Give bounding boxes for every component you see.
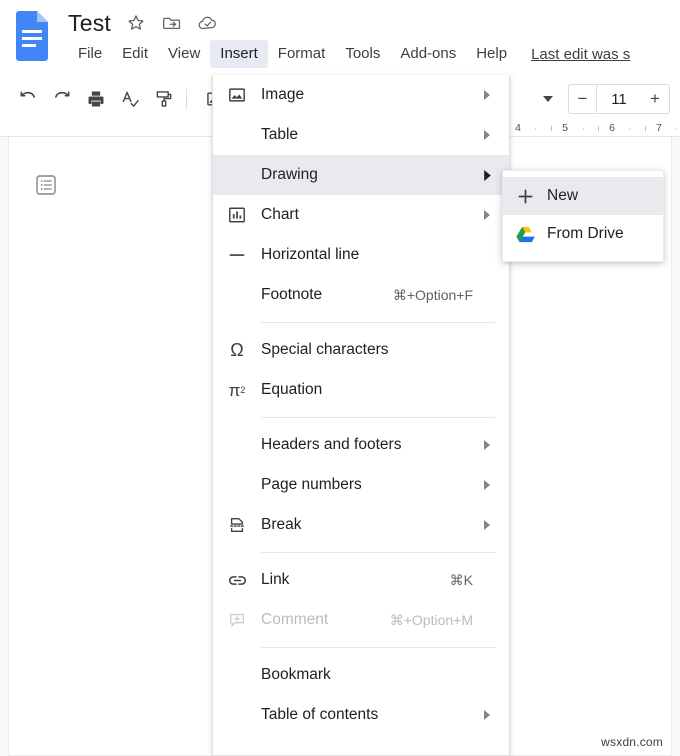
menu-tools[interactable]: Tools: [335, 40, 390, 68]
menu-item-footnote[interactable]: Footnote ⌘+Option+F: [213, 275, 509, 315]
menu-item-table[interactable]: Table: [213, 115, 509, 155]
menu-item-drawing[interactable]: Drawing: [213, 155, 509, 195]
menu-item-headers-and-footers[interactable]: Headers and footers: [213, 425, 509, 465]
ruler-tick-7: 7: [656, 122, 662, 134]
menu-item-horizontal-line[interactable]: Horizontal line: [213, 235, 509, 275]
equation-icon: π2: [228, 380, 246, 400]
toolbar-divider: [186, 89, 187, 109]
menu-item-page-numbers[interactable]: Page numbers: [213, 465, 509, 505]
menu-separator: [261, 647, 495, 648]
chevron-right-icon: [479, 210, 495, 220]
ruler-tick-4: 4: [515, 122, 521, 134]
chevron-right-icon: [479, 130, 495, 140]
submenu-item-from-drive[interactable]: From Drive: [503, 215, 663, 253]
chevron-right-icon: [479, 169, 495, 181]
app-header: Test File Edit View Insert Format Tools …: [0, 0, 680, 78]
menu-item-label: Bookmark: [261, 666, 331, 683]
image-icon: [213, 86, 261, 104]
chevron-right-icon: [479, 520, 495, 530]
menu-separator: [261, 322, 495, 323]
star-icon[interactable]: [125, 12, 147, 34]
ruler-tick-5: 5: [562, 122, 568, 134]
submenu-item-label: From Drive: [547, 225, 624, 242]
menu-item-label: Page numbers: [261, 476, 362, 493]
font-size-increase-button[interactable]: +: [641, 84, 670, 114]
menu-item-shortcut: ⌘K: [449, 571, 473, 588]
chevron-right-icon: [479, 90, 495, 100]
menu-edit[interactable]: Edit: [112, 40, 158, 68]
page-title[interactable]: Test: [68, 8, 111, 38]
google-docs-icon[interactable]: [12, 10, 52, 62]
drawing-submenu: New From Drive: [502, 170, 664, 262]
menu-item-label: Link: [261, 571, 290, 588]
menu-view[interactable]: View: [158, 40, 210, 68]
menu-item-label: Special characters: [261, 341, 389, 358]
chevron-down-icon[interactable]: [538, 88, 558, 110]
menu-separator: [261, 552, 495, 553]
watermark: wsxdn.com: [601, 735, 663, 749]
break-icon: [213, 516, 261, 534]
insert-dropdown-menu: Image Table Drawing Chart Horizontal lin…: [212, 75, 510, 756]
menu-item-equation[interactable]: π2 Equation: [213, 370, 509, 410]
move-to-folder-icon[interactable]: [161, 12, 183, 34]
menu-item-label: Table: [261, 126, 299, 143]
google-drive-icon: [503, 226, 547, 243]
redo-icon[interactable]: [48, 85, 76, 113]
print-icon[interactable]: [82, 85, 110, 113]
menu-item-label: Equation: [261, 381, 323, 398]
menu-item-label: Drawing: [261, 166, 318, 183]
link-icon: [213, 571, 261, 590]
menu-bar: File Edit View Insert Format Tools Add-o…: [68, 40, 630, 68]
menu-item-label: Comment: [261, 611, 329, 628]
menu-item-link[interactable]: Link ⌘K: [213, 560, 509, 600]
undo-icon[interactable]: [14, 85, 42, 113]
menu-item-shortcut: ⌘+Option+M: [389, 611, 473, 628]
menu-item-image[interactable]: Image: [213, 75, 509, 115]
chevron-right-icon: [479, 710, 495, 720]
document-outline-icon[interactable]: [35, 174, 57, 196]
chart-icon: [213, 206, 261, 224]
menu-separator: [261, 417, 495, 418]
horizontal-line-icon: [213, 246, 261, 264]
menu-help[interactable]: Help: [466, 40, 517, 68]
menu-item-special-characters[interactable]: Ω Special characters: [213, 330, 509, 370]
submenu-item-label: New: [547, 187, 579, 204]
submenu-item-new[interactable]: New: [503, 177, 663, 215]
plus-icon: [503, 188, 547, 205]
cloud-saved-icon[interactable]: [197, 12, 219, 34]
font-size-input[interactable]: 11: [597, 84, 641, 114]
menu-add-ons[interactable]: Add-ons: [390, 40, 466, 68]
title-row: Test: [68, 6, 219, 40]
spellcheck-icon[interactable]: [116, 85, 144, 113]
menu-item-table-of-contents[interactable]: Table of contents: [213, 695, 509, 735]
chevron-right-icon: [479, 440, 495, 450]
last-edit-status[interactable]: Last edit was s: [531, 46, 630, 63]
menu-item-label: Footnote: [261, 286, 323, 303]
paint-format-icon[interactable]: [150, 85, 178, 113]
menu-insert[interactable]: Insert: [210, 40, 268, 68]
omega-icon: Ω: [230, 340, 244, 360]
menu-item-label: Image: [261, 86, 305, 103]
menu-item-chart[interactable]: Chart: [213, 195, 509, 235]
menu-format[interactable]: Format: [268, 40, 336, 68]
comment-icon: [213, 611, 261, 629]
chevron-right-icon: [479, 480, 495, 490]
menu-item-label: Headers and footers: [261, 436, 402, 453]
menu-item-label: Horizontal line: [261, 246, 360, 263]
ruler-tick-6: 6: [609, 122, 615, 134]
menu-item-label: Chart: [261, 206, 299, 223]
menu-item-label: Table of contents: [261, 706, 379, 723]
menu-item-comment: Comment ⌘+Option+M: [213, 600, 509, 640]
menu-item-break[interactable]: Break: [213, 505, 509, 545]
font-size-decrease-button[interactable]: −: [568, 84, 597, 114]
menu-item-bookmark[interactable]: Bookmark: [213, 655, 509, 695]
menu-item-shortcut: ⌘+Option+F: [392, 286, 473, 303]
font-size-stepper: − 11 +: [568, 84, 670, 114]
google-docs-window: Test File Edit View Insert Format Tools …: [0, 0, 680, 756]
ruler-scale: 4 5 6 7: [495, 120, 680, 137]
menu-item-label: Break: [261, 516, 302, 533]
menu-file[interactable]: File: [68, 40, 112, 68]
